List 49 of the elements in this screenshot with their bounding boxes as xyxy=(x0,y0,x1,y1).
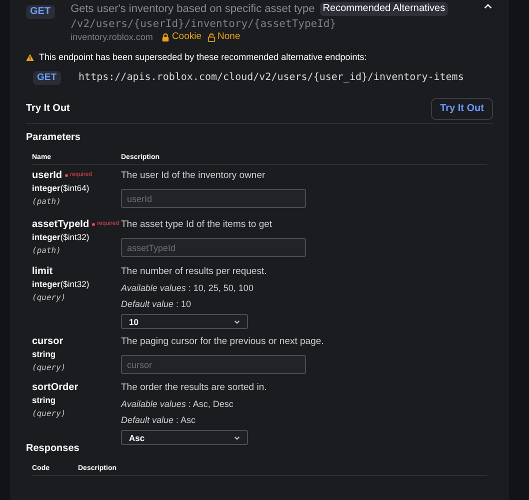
method-badge: GET xyxy=(33,71,61,85)
parameter-description: The order the results are sorted in. xyxy=(121,381,268,394)
auth-label: None xyxy=(218,31,240,43)
available-values: Available values : Asc, Desc xyxy=(121,398,234,410)
host-text: inventory.roblox.com xyxy=(70,31,153,43)
parameter-name: sortOrder xyxy=(32,381,78,394)
parameter-name: assetTypeId xyxy=(32,218,90,231)
parameter-description: The paging cursor for the previous or next page. xyxy=(121,335,325,348)
auth-label: Cookie xyxy=(172,31,202,43)
chevron-down-icon xyxy=(234,436,240,440)
parameter-location: (path) xyxy=(32,245,62,257)
warning-icon xyxy=(26,54,34,60)
section-title: Responses xyxy=(26,443,80,455)
parameter-description: The asset type Id of the items to get xyxy=(121,218,274,231)
input-field[interactable]: userId xyxy=(121,189,306,208)
tag-badge: Recommended Alternatives xyxy=(320,2,448,16)
parameter-location: (query) xyxy=(32,292,67,304)
lock-icon xyxy=(160,32,170,42)
chevron-down-icon xyxy=(234,320,240,324)
parameter-description: The number of results per request. xyxy=(121,265,268,278)
parameter-type: integer($int64) xyxy=(32,182,90,195)
parameter-type: integer($int32) xyxy=(32,231,90,244)
default-value: Default value : 10 xyxy=(121,298,192,310)
select-dropdown[interactable]: 10 xyxy=(121,314,248,329)
parameter-location: (query) xyxy=(32,362,67,374)
available-values: Available values : 10, 25, 50, 100 xyxy=(121,282,254,294)
section-title: Parameters xyxy=(26,132,82,144)
parameter-type: integer($int32) xyxy=(32,278,90,291)
endpoint-path: /v2/users/{userId}/inventory/{assetTypeId} xyxy=(70,17,338,31)
parameter-name: limit xyxy=(32,265,53,278)
section-title: Try It Out xyxy=(26,103,70,115)
parameter-description: The user Id of the inventory owner xyxy=(121,169,266,182)
notice-text: This endpoint has been superseded by these recommended alternative endpoints: xyxy=(39,51,367,63)
alternative-url: https://apis.roblox.com/cloud/v2/users/{user_id}/inventory-items xyxy=(78,72,464,84)
parameter-name: cursor xyxy=(32,335,64,348)
try-it-out-button[interactable]: Try It Out xyxy=(431,98,493,120)
select-dropdown[interactable]: Asc xyxy=(121,430,248,445)
parameter-type: string xyxy=(32,394,57,407)
unlock-icon xyxy=(206,32,216,42)
method-badge: GET xyxy=(26,5,55,19)
parameter-type: string xyxy=(32,348,57,361)
parameter-name: userId xyxy=(32,169,62,182)
parameter-location: (path) xyxy=(32,196,62,208)
input-field[interactable]: assetTypeId xyxy=(121,238,306,257)
chevron-up-icon[interactable] xyxy=(484,4,492,9)
default-value: Default value : Asc xyxy=(121,414,197,426)
parameter-location: (query) xyxy=(32,408,67,420)
operation-summary: Gets user's inventory based on specific asset type xyxy=(70,2,315,16)
input-field[interactable]: cursor xyxy=(121,355,306,374)
